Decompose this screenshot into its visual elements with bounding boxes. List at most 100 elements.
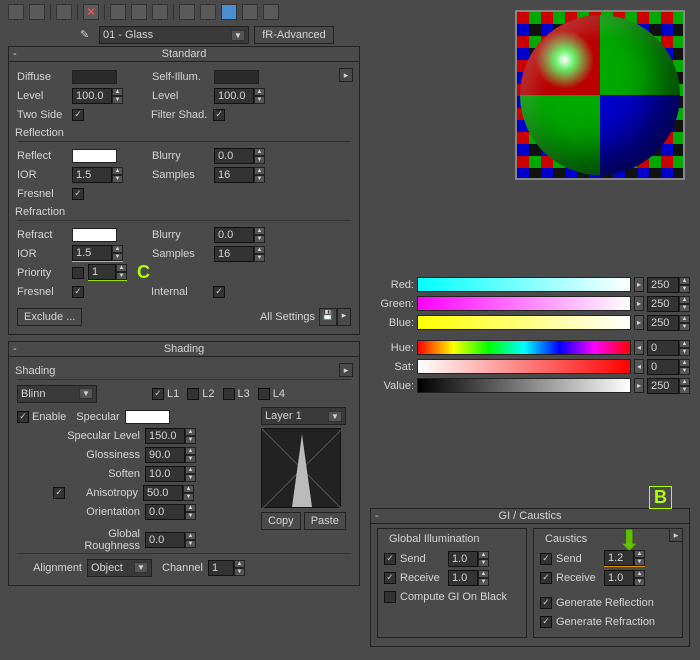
collapse-icon[interactable]: - <box>375 510 379 522</box>
gi-receive-checkbox[interactable] <box>384 572 396 584</box>
blue-slider[interactable] <box>417 315 631 330</box>
alignment-combo[interactable]: Object▼ <box>87 559 152 577</box>
caustics-receive-checkbox[interactable] <box>540 572 552 584</box>
slider-handle[interactable]: ▸ <box>634 296 644 311</box>
refract-fresnel-checkbox[interactable] <box>72 286 84 298</box>
blue-spinner[interactable]: 250▲▼ <box>647 315 690 331</box>
soften-spinner[interactable]: 10.0▲▼ <box>145 466 196 482</box>
refract-blurry-spinner[interactable]: 0.0▲▼ <box>214 227 265 243</box>
slider-handle[interactable]: ▸ <box>634 277 644 292</box>
reflect-blurry-spinner[interactable]: 0.0▲▼ <box>214 148 265 164</box>
panel-header[interactable]: -GI / Caustics <box>371 509 689 524</box>
caustics-send-checkbox[interactable] <box>540 553 552 565</box>
collapse-icon[interactable]: - <box>13 48 17 60</box>
green-spinner[interactable]: 250▲▼ <box>647 296 690 312</box>
refract-swatch[interactable] <box>72 228 117 242</box>
hue-slider[interactable] <box>417 340 631 355</box>
priority-checkbox[interactable] <box>72 267 84 279</box>
paste-button[interactable]: Paste <box>304 512 346 530</box>
caustics-receive-spinner[interactable]: 1.0▲▼ <box>604 570 645 586</box>
specular-level-spinner[interactable]: 150.0▲▼ <box>145 428 196 444</box>
sat-spinner[interactable]: 0▲▼ <box>647 359 690 375</box>
red-slider[interactable] <box>417 277 631 292</box>
expand-icon[interactable]: ▸ <box>669 528 683 542</box>
panel-header[interactable]: -Shading <box>9 342 359 357</box>
eyedropper-icon[interactable]: ✎ <box>80 28 94 42</box>
anisotropy-checkbox[interactable] <box>53 487 65 499</box>
tool-icon[interactable] <box>221 4 237 20</box>
material-type-button[interactable]: fR-Advanced <box>254 26 334 44</box>
expand-icon[interactable]: ▸ <box>337 308 351 326</box>
selfillum-swatch[interactable] <box>214 70 259 84</box>
chevron-down-icon[interactable]: ▼ <box>231 30 245 41</box>
tool-icon[interactable] <box>200 4 216 20</box>
l1-checkbox[interactable] <box>152 388 164 400</box>
anisotropy-spinner[interactable]: 50.0▲▼ <box>143 485 194 501</box>
tool-icon[interactable] <box>242 4 258 20</box>
glossiness-spinner[interactable]: 90.0▲▼ <box>145 447 196 463</box>
reflect-swatch[interactable] <box>72 149 117 163</box>
delete-icon[interactable]: ✕ <box>83 4 99 20</box>
internal-checkbox[interactable] <box>213 286 225 298</box>
slider-handle[interactable]: ◂ <box>634 359 644 374</box>
l3-checkbox[interactable] <box>223 388 235 400</box>
slider-handle[interactable]: ▸ <box>634 315 644 330</box>
expand-icon[interactable]: ▸ <box>339 363 353 377</box>
reflect-fresnel-checkbox[interactable] <box>72 188 84 200</box>
generate-reflection-checkbox[interactable] <box>540 597 552 609</box>
shading-model-combo[interactable]: Blinn▼ <box>17 385 97 403</box>
refract-samples-spinner[interactable]: 16▲▼ <box>214 246 265 262</box>
panel-header[interactable]: -Standard <box>9 47 359 62</box>
exclude-button[interactable]: Exclude ... <box>17 308 82 326</box>
shading-header: Shading <box>15 365 351 377</box>
save-icon[interactable]: 💾 <box>319 308 337 326</box>
priority-spinner[interactable]: 1▲▼ <box>88 265 127 281</box>
layer-combo[interactable]: Layer 1▼ <box>261 407 346 425</box>
hue-spinner[interactable]: 0▲▼ <box>647 340 690 356</box>
orientation-spinner[interactable]: 0.0▲▼ <box>145 504 196 520</box>
tool-icon[interactable] <box>131 4 147 20</box>
tool-icon[interactable] <box>110 4 126 20</box>
reflect-ior-spinner[interactable]: 1.5▲▼ <box>72 167 123 183</box>
global-roughness-spinner[interactable]: 0.0▲▼ <box>145 532 196 548</box>
slider-handle[interactable]: ◂ <box>634 340 644 355</box>
value-slider[interactable] <box>417 378 631 393</box>
gi-send-checkbox[interactable] <box>384 553 396 565</box>
chevron-down-icon[interactable]: ▼ <box>134 562 148 573</box>
l2-checkbox[interactable] <box>187 388 199 400</box>
collapse-icon[interactable]: - <box>13 343 17 355</box>
selfillum-level-spinner[interactable]: 100.0▲▼ <box>214 88 265 104</box>
red-spinner[interactable]: 250▲▼ <box>647 277 690 293</box>
gi-receive-spinner[interactable]: 1.0▲▼ <box>448 570 489 586</box>
tool-icon[interactable] <box>263 4 279 20</box>
tool-icon[interactable] <box>29 4 45 20</box>
hue-label: Hue: <box>370 342 414 354</box>
twoside-checkbox[interactable] <box>72 109 84 121</box>
specular-swatch[interactable] <box>125 410 170 424</box>
refract-ior-spinner[interactable]: 1.5▲▼ <box>72 246 123 262</box>
chevron-down-icon[interactable]: ▼ <box>328 411 342 422</box>
copy-button[interactable]: Copy <box>261 512 301 530</box>
diffuse-swatch[interactable] <box>72 70 117 84</box>
value-spinner[interactable]: 250▲▼ <box>647 378 690 394</box>
chevron-down-icon[interactable]: ▼ <box>79 388 93 399</box>
gi-send-spinner[interactable]: 1.0▲▼ <box>448 551 489 567</box>
reflect-samples-spinner[interactable]: 16▲▼ <box>214 167 265 183</box>
expand-icon[interactable]: ▸ <box>339 68 353 82</box>
tool-icon[interactable] <box>8 4 24 20</box>
compute-gi-checkbox[interactable] <box>384 591 396 603</box>
tool-icon[interactable] <box>152 4 168 20</box>
enable-checkbox[interactable] <box>17 411 29 423</box>
tool-icon[interactable] <box>56 4 72 20</box>
level-label: Level <box>17 90 72 102</box>
diffuse-level-spinner[interactable]: 100.0▲▼ <box>72 88 123 104</box>
filtershad-checkbox[interactable] <box>213 109 225 121</box>
tool-icon[interactable] <box>179 4 195 20</box>
channel-spinner[interactable]: 1▲▼ <box>208 560 245 576</box>
sat-slider[interactable] <box>417 359 631 374</box>
slider-handle[interactable]: ▸ <box>634 378 644 393</box>
material-name-combo[interactable]: 01 - Glass▼ <box>99 26 249 44</box>
generate-refraction-checkbox[interactable] <box>540 616 552 628</box>
green-slider[interactable] <box>417 296 631 311</box>
l4-checkbox[interactable] <box>258 388 270 400</box>
